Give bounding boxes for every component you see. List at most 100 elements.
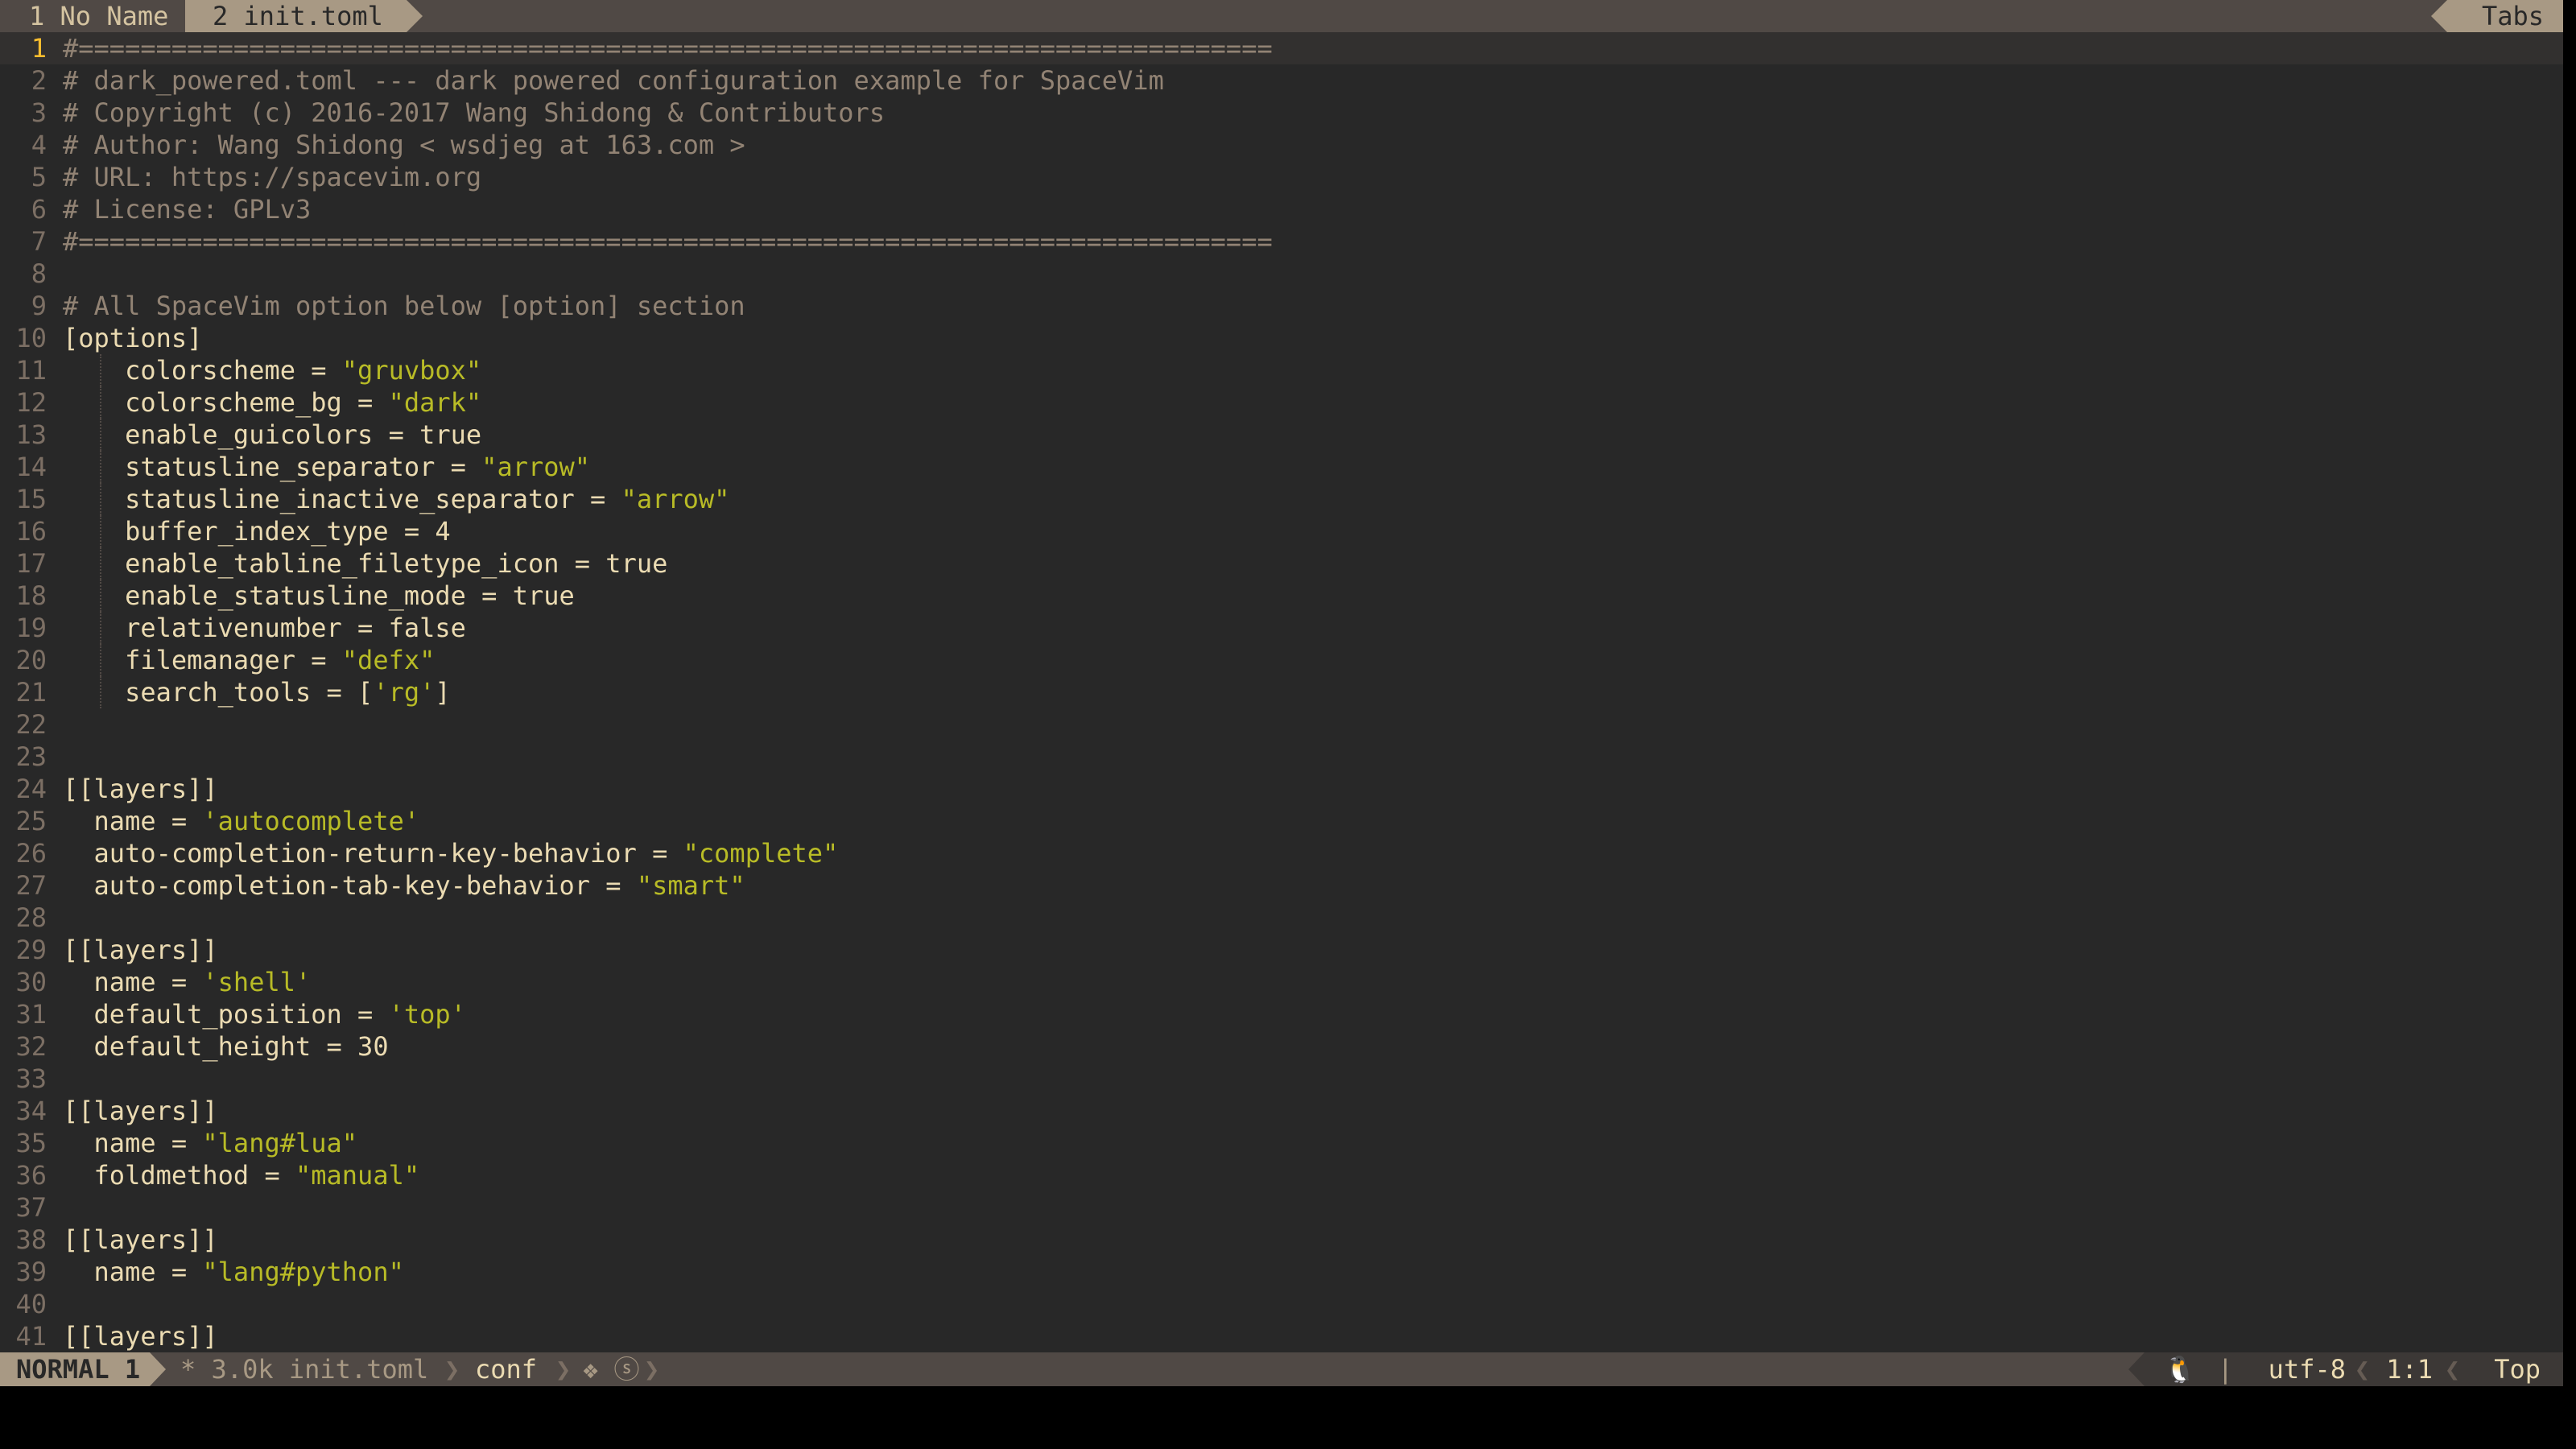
code-line[interactable]: 23 [0,741,2563,773]
code-line[interactable]: 35 name = "lang#lua" [0,1127,2563,1159]
code-line[interactable]: 39 name = "lang#python" [0,1256,2563,1288]
line-text: #=======================================… [63,226,1273,257]
code-line[interactable]: 38 [[layers]] [0,1224,2563,1256]
code-token: auto-completion-tab-key-behavior = [63,870,637,901]
mode-indicator: NORMAL 1 [0,1352,150,1386]
code-line[interactable]: 7 #======================================… [0,225,2563,258]
code-line[interactable]: 37 [0,1191,2563,1224]
code-line[interactable]: 14 statusline_separator = "arrow" [0,451,2563,483]
code-line[interactable]: 11 colorscheme = "gruvbox" [0,354,2563,386]
comment-token: # URL: https://spacevim.org [63,162,482,192]
code-line[interactable]: 18 enable_statusline_mode = true [0,580,2563,612]
indent-guide [100,451,101,483]
editor-pane[interactable]: 1 No Name 2 init.toml Tabs 1 #===========… [0,0,2563,1386]
code-area[interactable]: 1 #======================================… [0,32,2563,1352]
code-line[interactable]: 29 [[layers]] [0,934,2563,966]
indent-guide [100,386,101,419]
line-number: 14 [15,452,47,482]
code-line[interactable]: 24 [[layers]] [0,773,2563,805]
code-line[interactable]: 21 search_tools = ['rg'] [0,676,2563,708]
line-number: 11 [15,355,47,386]
code-line[interactable]: 2 # dark_powered.toml --- dark powered co… [0,64,2563,97]
code-line[interactable]: 10 [options] [0,322,2563,354]
line-text: name = 'autocomplete' [63,806,420,836]
line-number: 3 [31,97,47,128]
statusline-right-arrow [2128,1352,2145,1386]
code-line[interactable]: 28 [0,902,2563,934]
separator-icon: ❮ [2444,1354,2460,1385]
scroll-position: Top [2494,1354,2541,1385]
line-number: 17 [15,548,47,579]
code-line[interactable]: 6 # License: GPLv3 [0,193,2563,225]
indent-guide [100,483,101,515]
code-line[interactable]: 12 colorscheme_bg = "dark" [0,386,2563,419]
code-line[interactable]: 31 default_position = 'top' [0,998,2563,1030]
line-text: # Copyright (c) 2016-2017 Wang Shidong &… [63,97,885,128]
tabs-mode-label[interactable]: Tabs [2447,0,2563,32]
line-number: 27 [15,870,47,901]
line-number: 16 [15,516,47,547]
code-line[interactable]: 13 enable_guicolors = true [0,419,2563,451]
indent-guide [100,547,101,580]
line-number: 20 [15,645,47,675]
code-line[interactable]: 19 relativenumber = false [0,612,2563,644]
string-token: "defx" [341,645,436,675]
code-line[interactable]: 30 name = 'shell' [0,966,2563,998]
line-number: 33 [15,1063,47,1094]
code-line[interactable]: 32 default_height = 30 [0,1030,2563,1063]
line-number: 21 [15,677,47,708]
string-token: 'autocomplete' [202,806,420,836]
code-line[interactable]: 9 # All SpaceVim option below [option] se… [0,290,2563,322]
tab-no-name[interactable]: 1 No Name [0,0,185,32]
line-number: 1 [31,33,47,64]
line-number: 7 [31,226,47,257]
code-line[interactable]: 26 auto-completion-return-key-behavior =… [0,837,2563,869]
code-line[interactable]: 22 [0,708,2563,741]
code-token: name = [63,967,203,997]
line-text: [options] [63,323,202,353]
file-info: * 3.0k init.toml [180,1354,429,1385]
line-text: colorscheme_bg = "dark" [63,387,481,418]
code-line[interactable]: 34 [[layers]] [0,1095,2563,1127]
indent-guide [100,419,101,451]
indent-guide [100,644,101,676]
line-number: 37 [15,1192,47,1223]
indent-guide [100,515,101,547]
line-text: # All SpaceVim option below [option] sec… [63,291,745,321]
line-number: 9 [31,291,47,321]
line-number: 4 [31,130,47,160]
line-number: 40 [15,1289,47,1319]
code-line[interactable]: 17 enable_tabline_filetype_icon = true [0,547,2563,580]
code-line[interactable]: 36 foldmethod = "manual" [0,1159,2563,1191]
code-line[interactable]: 16 buffer_index_type = 4 [0,515,2563,547]
code-token: statusline_inactive_separator = [63,484,621,514]
tab-index: 2 [213,1,229,31]
code-line[interactable]: 3 # Copyright (c) 2016-2017 Wang Shidong … [0,97,2563,129]
tab-init-toml[interactable]: 2 init.toml [185,0,407,32]
vim-window: 1 No Name 2 init.toml Tabs 1 #===========… [0,0,2576,1449]
code-line[interactable]: 4 # Author: Wang Shidong < wsdjeg at 163.… [0,129,2563,161]
code-line[interactable]: 25 name = 'autocomplete' [0,805,2563,837]
filetype: conf [475,1354,538,1385]
line-text: default_position = 'top' [63,999,466,1030]
line-number: 31 [15,999,47,1030]
code-line[interactable]: 20 filemanager = "defx" [0,644,2563,676]
code-line[interactable]: 33 [0,1063,2563,1095]
line-text: [[layers]] [63,1096,218,1126]
line-number: 34 [15,1096,47,1126]
code-line[interactable]: 27 auto-completion-tab-key-behavior = "s… [0,869,2563,902]
code-token: buffer_index_type = 4 [63,516,451,547]
code-line[interactable]: 8 [0,258,2563,290]
separator-icon: ❯ [644,1354,660,1385]
linux-icon: 🐧 [2164,1354,2196,1385]
code-token: ] [435,677,451,708]
line-number: 32 [15,1031,47,1062]
code-token: enable_statusline_mode = true [63,580,575,611]
code-line[interactable]: 40 [0,1288,2563,1320]
string-token: 'rg' [373,677,436,708]
code-line[interactable]: 41 [[layers]] [0,1320,2563,1352]
code-line[interactable]: 1 #======================================… [0,32,2563,64]
code-line[interactable]: 5 # URL: https://spacevim.org [0,161,2563,193]
code-line[interactable]: 15 statusline_inactive_separator = "arro… [0,483,2563,515]
window-edge [2563,0,2576,1417]
